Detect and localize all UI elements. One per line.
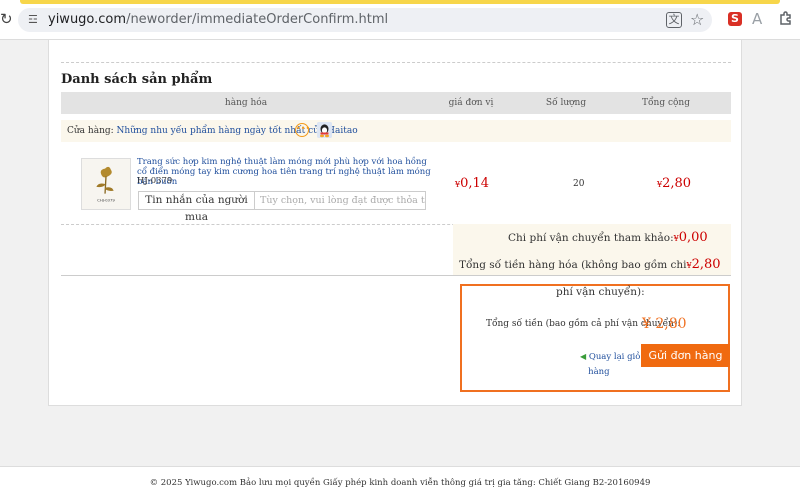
site-info-icon[interactable]: ☲ [28, 13, 42, 27]
store-label: Cửa hàng: Những nhu yếu phẩm hàng ngày t… [67, 126, 358, 136]
shipping-row: Chi phí vận chuyển tham khảo:¥0,00 [508, 230, 708, 245]
header-goods: hàng hóa [224, 98, 268, 108]
extension-s-icon[interactable]: S [728, 12, 742, 26]
product-title-link[interactable]: Trang sức hợp kim nghệ thuật làm móng mớ… [137, 157, 437, 187]
subtotal-row: Tổng số tiền hàng hóa (không bao gồm chi… [459, 257, 721, 272]
header-total: Tổng cộng [642, 98, 690, 108]
quantity: 20 [573, 179, 585, 189]
back-arrow-icon: ◀ [580, 352, 587, 361]
buyer-message-label: Tin nhắn của người mua [138, 191, 255, 223]
header-quantity: Số lượng [545, 98, 587, 108]
product-image[interactable]: CHJ-0379 [81, 158, 131, 210]
header-unit-price: giá đơn vị [448, 98, 494, 108]
submit-order-button[interactable]: Gửi đơn hàng [641, 344, 730, 367]
reload-icon[interactable]: ↻ [0, 11, 16, 27]
store-row: Cửa hàng: Những nhu yếu phẩm hàng ngày t… [61, 120, 731, 142]
chat-icon[interactable]: ••• [295, 123, 310, 137]
back-to-cart-link[interactable]: ◀ Quay lại giỏ hàng [580, 349, 640, 380]
unit-price: ¥0,14 [455, 176, 490, 191]
address-bar[interactable]: ☲ yiwugo.com/neworder/immediateOrderConf… [18, 8, 712, 32]
extension-a-icon[interactable]: A [752, 10, 762, 28]
order-confirm-panel: Danh sách sản phẩm hàng hóa giá đơn vị S… [48, 40, 742, 406]
footer-text: © 2025 Yiwugo.com Bảo lưu mọi quyền Giấy… [149, 478, 651, 488]
svg-text:CHJ-0379: CHJ-0379 [97, 197, 115, 202]
divider [61, 62, 731, 63]
puzzle-icon[interactable] [778, 10, 794, 26]
section-title: Danh sách sản phẩm [61, 72, 213, 87]
buyer-message-input[interactable]: Tùy chọn, vui lòng đạt được thỏa th... [255, 191, 426, 210]
url-text[interactable]: yiwugo.com/neworder/immediateOrderConfir… [48, 12, 388, 27]
footer: © 2025 Yiwugo.com Bảo lưu mọi quyền Giấy… [0, 466, 800, 500]
line-total: ¥2,80 [657, 176, 692, 191]
divider [61, 275, 731, 276]
qq-icon[interactable] [317, 122, 332, 138]
order-submit-box: phí vận chuyển): Tổng số tiền (bao gồm c… [460, 284, 730, 392]
grand-total-amount: ¥ 2,80 [642, 316, 687, 332]
browser-toolbar: ↻ ☲ yiwugo.com/neworder/immediateOrderCo… [0, 0, 800, 40]
table-header: hàng hóa giá đơn vị Số lượng Tổng cộng [61, 92, 731, 114]
subtotal-label-wrap: phí vận chuyển): [556, 286, 645, 298]
product-sku: HJ-0379 [137, 176, 173, 186]
tab-strip-accent [20, 0, 780, 4]
star-icon[interactable]: ☆ [690, 10, 704, 29]
translate-icon[interactable]: 文 [666, 12, 682, 28]
